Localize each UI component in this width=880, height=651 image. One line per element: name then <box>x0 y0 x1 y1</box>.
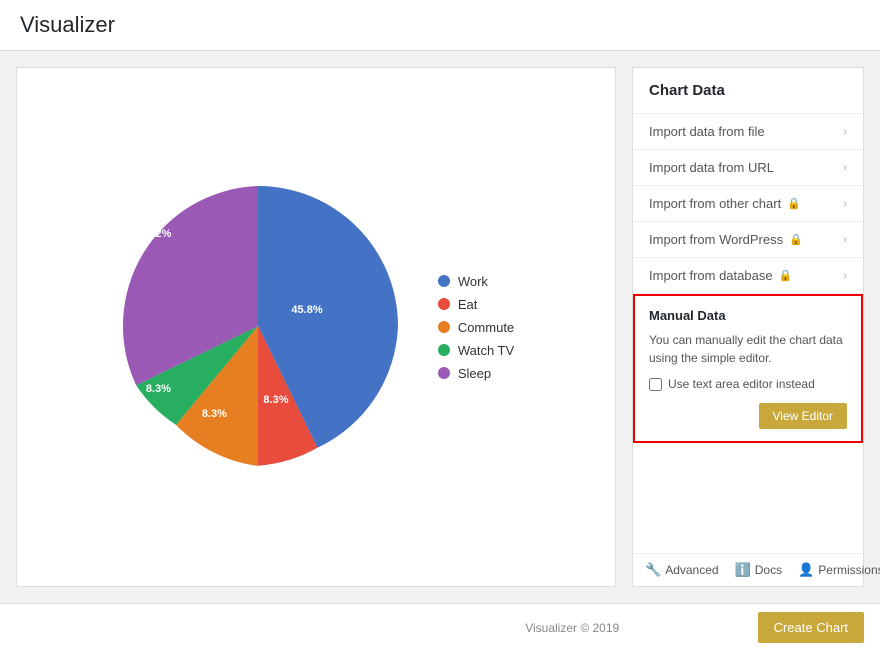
legend-item-watchtv: Watch TV <box>438 343 514 358</box>
legend-dot-sleep <box>438 367 450 379</box>
pie-chart-container: 45.8% 29.2% 8.3% 8.3% 8.3% <box>118 186 398 469</box>
legend-label-work: Work <box>458 274 488 289</box>
permissions-label: Permissions <box>818 563 880 577</box>
legend-item-eat: Eat <box>438 297 514 312</box>
import-from-database[interactable]: Import from database 🔒 › <box>633 258 863 294</box>
sidebar-spacer <box>633 443 863 553</box>
work-percent-label: 45.8% <box>291 304 322 316</box>
panel-title: Chart Data <box>633 68 863 114</box>
import-from-wordpress[interactable]: Import from WordPress 🔒 › <box>633 222 863 258</box>
legend-label-sleep: Sleep <box>458 366 491 381</box>
chevron-right-icon-4: › <box>843 234 847 246</box>
main-content: 45.8% 29.2% 8.3% 8.3% 8.3% Work Eat <box>0 51 880 603</box>
advanced-link[interactable]: 🔧 Advanced <box>645 562 719 578</box>
chevron-right-icon: › <box>843 126 847 138</box>
legend-item-commute: Commute <box>438 320 514 335</box>
copyright-text: Visualizer © 2019 <box>387 621 758 635</box>
sleep-percent-label: 29.2% <box>140 228 171 240</box>
manual-data-title: Manual Data <box>649 308 847 323</box>
info-icon: ℹ️ <box>735 562 751 578</box>
page-header: Visualizer <box>0 0 880 51</box>
commute-percent-label: 8.3% <box>202 408 227 420</box>
chart-legend: Work Eat Commute Watch TV <box>438 274 514 381</box>
legend-label-commute: Commute <box>458 320 514 335</box>
manual-data-section: Manual Data You can manually edit the ch… <box>633 294 863 443</box>
chart-wrapper: 45.8% 29.2% 8.3% 8.3% 8.3% Work Eat <box>118 186 514 469</box>
view-editor-button[interactable]: View Editor <box>759 403 847 429</box>
legend-item-work: Work <box>438 274 514 289</box>
wrench-icon: 🔧 <box>645 562 661 578</box>
eat-percent-label: 8.3% <box>263 394 288 406</box>
import-from-other-chart[interactable]: Import from other chart 🔒 › <box>633 186 863 222</box>
lock-icon-2: 🔒 <box>789 233 803 246</box>
app-container: Visualizer <box>0 0 880 651</box>
chevron-right-icon-5: › <box>843 270 847 282</box>
sidebar-footer: 🔧 Advanced ℹ️ Docs 👤 Permissions <box>633 553 863 586</box>
sidebar-panel: Chart Data Import data from file › Impor… <box>632 67 864 587</box>
import-from-url[interactable]: Import data from URL › <box>633 150 863 186</box>
legend-dot-work <box>438 275 450 287</box>
person-icon: 👤 <box>798 562 814 578</box>
use-textarea-checkbox[interactable] <box>649 378 662 391</box>
chart-area: 45.8% 29.2% 8.3% 8.3% 8.3% Work Eat <box>16 67 616 587</box>
import-wordpress-label: Import from WordPress <box>649 232 783 247</box>
chevron-right-icon-2: › <box>843 162 847 174</box>
docs-link[interactable]: ℹ️ Docs <box>735 562 783 578</box>
legend-dot-watchtv <box>438 344 450 356</box>
use-textarea-row: Use text area editor instead <box>649 377 847 391</box>
legend-label-watchtv: Watch TV <box>458 343 514 358</box>
docs-label: Docs <box>755 563 782 577</box>
use-textarea-label: Use text area editor instead <box>668 377 815 391</box>
create-chart-button[interactable]: Create Chart <box>758 612 864 643</box>
legend-dot-eat <box>438 298 450 310</box>
manual-data-description: You can manually edit the chart data usi… <box>649 331 847 367</box>
import-file-label: Import data from file <box>649 124 765 139</box>
watchtv-percent-label: 8.3% <box>146 383 171 395</box>
import-from-file[interactable]: Import data from file › <box>633 114 863 150</box>
advanced-label: Advanced <box>665 563 718 577</box>
legend-dot-commute <box>438 321 450 333</box>
lock-icon-3: 🔒 <box>779 269 793 282</box>
legend-item-sleep: Sleep <box>438 366 514 381</box>
lock-icon-1: 🔒 <box>787 197 801 210</box>
legend-label-eat: Eat <box>458 297 478 312</box>
permissions-link[interactable]: 👤 Permissions <box>798 562 880 578</box>
page-title: Visualizer <box>20 12 860 38</box>
import-other-chart-label: Import from other chart <box>649 196 781 211</box>
import-url-label: Import data from URL <box>649 160 774 175</box>
import-database-label: Import from database <box>649 268 773 283</box>
chevron-right-icon-3: › <box>843 198 847 210</box>
